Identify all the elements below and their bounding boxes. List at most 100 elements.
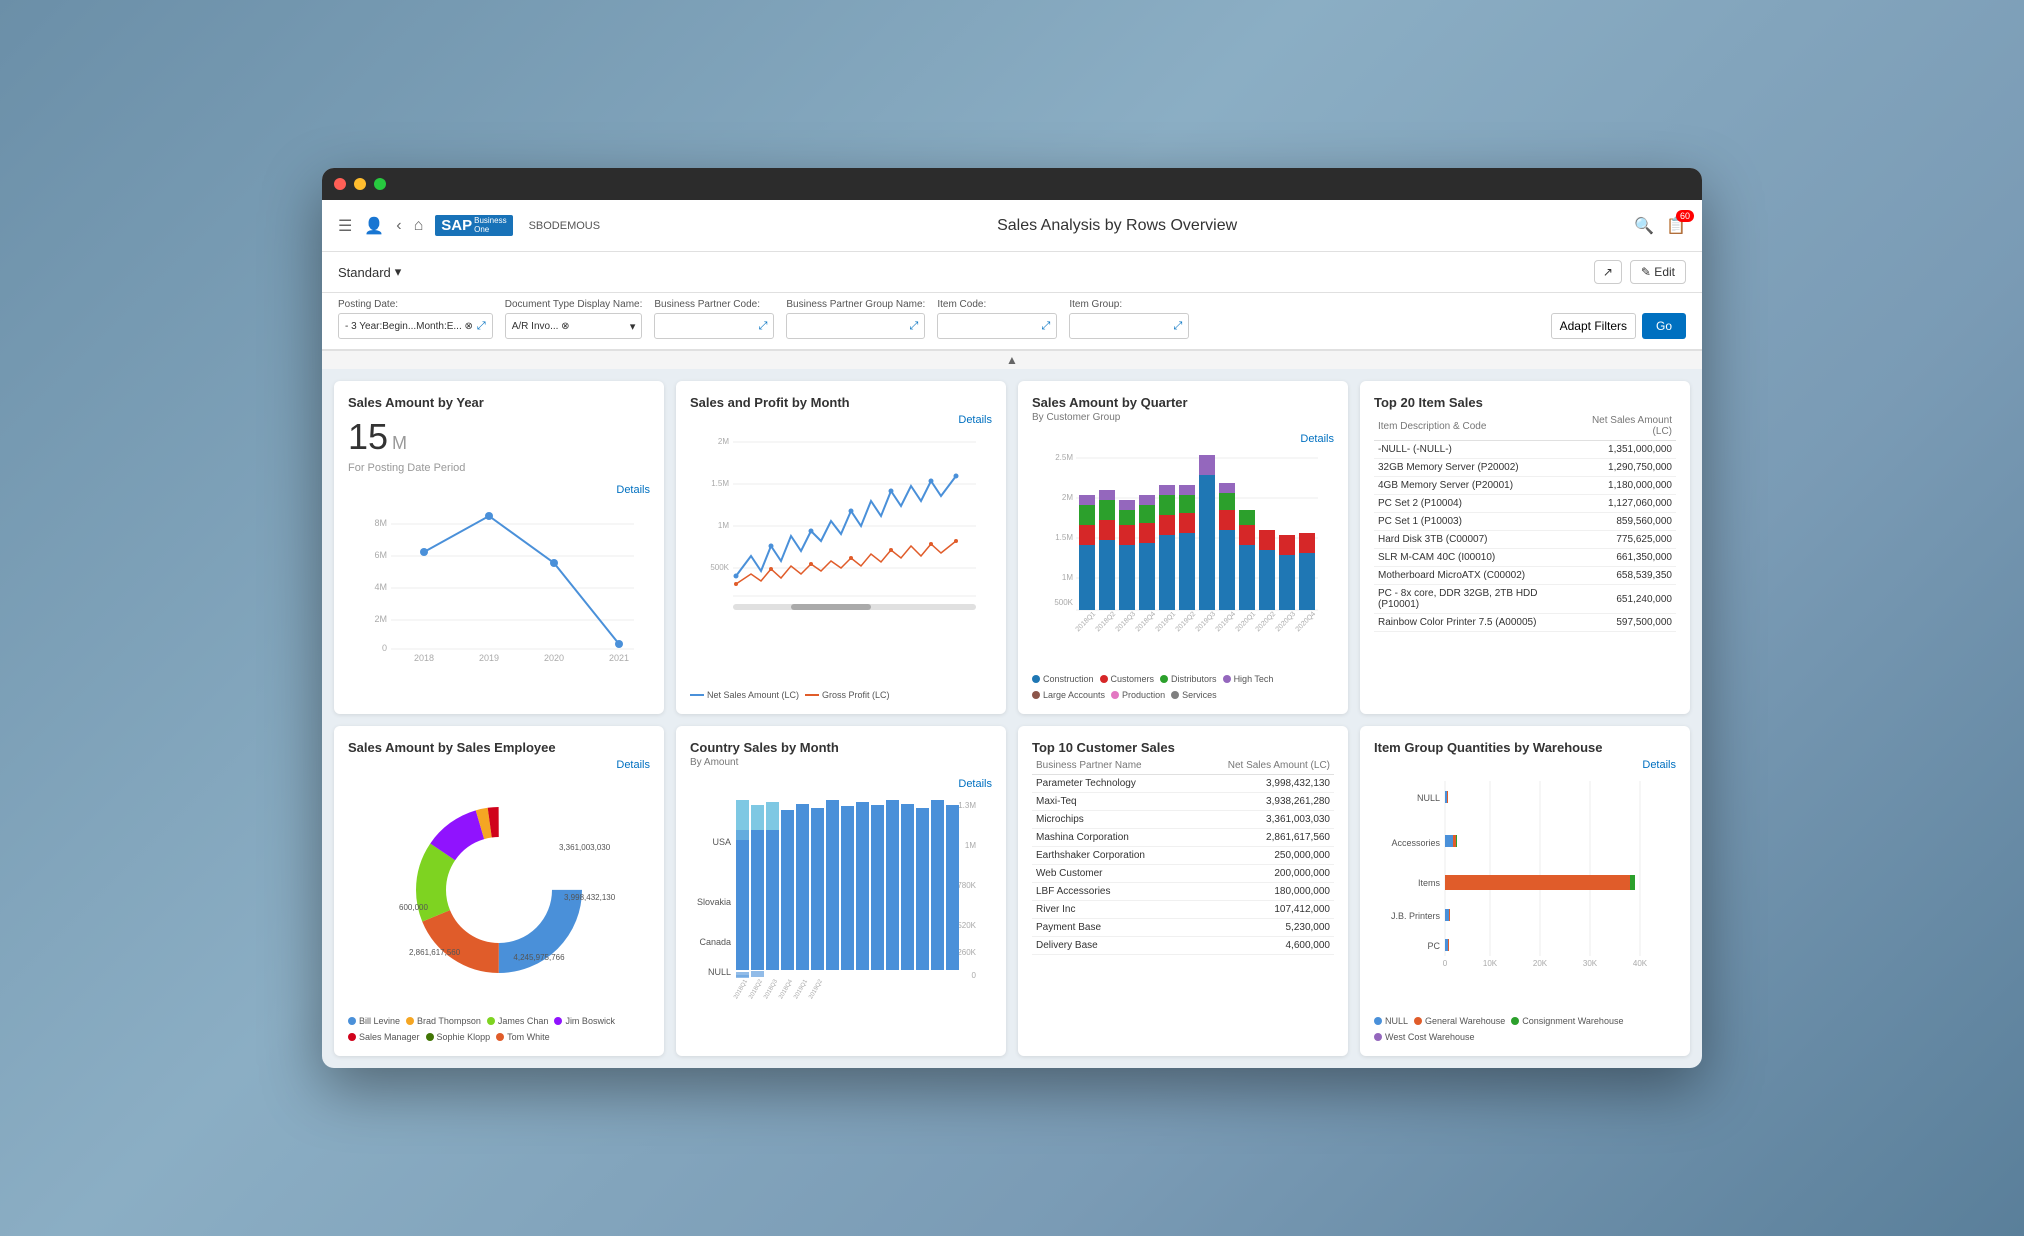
standard-dropdown[interactable]: Standard ▾ <box>338 264 401 280</box>
svg-text:J.B. Printers: J.B. Printers <box>1391 911 1441 921</box>
svg-text:2020Q3: 2020Q3 <box>1275 611 1298 634</box>
topbar-right: 🔍 📋 60 <box>1634 216 1686 236</box>
table-row: 4GB Memory Server (P20001)1,180,000,000 <box>1374 477 1676 495</box>
top10-title: Top 10 Customer Sales <box>1032 740 1334 755</box>
sales-manager-icon <box>348 1033 356 1041</box>
svg-text:NULL: NULL <box>708 967 731 977</box>
minimize-dot[interactable] <box>354 178 366 190</box>
posting-date-input[interactable]: - 3 Year:Begin...Month:E... ⊗ ⤢ <box>338 313 493 339</box>
notifications-icon[interactable]: 📋 60 <box>1666 216 1686 236</box>
edit-button[interactable]: ✎ Edit <box>1630 260 1686 284</box>
kpi-sub: For Posting Date Period <box>348 462 650 474</box>
table-row: LBF Accessories180,000,000 <box>1032 882 1334 900</box>
menu-icon[interactable]: ☰ <box>338 216 352 236</box>
export-button[interactable]: ↗ <box>1594 260 1622 284</box>
search-icon[interactable]: 🔍 <box>1634 216 1654 236</box>
svg-text:0: 0 <box>382 643 387 653</box>
card-country-sales: Country Sales by Month By Amount Details… <box>676 726 1006 1057</box>
customer-value: 2,861,617,560 <box>1187 828 1334 846</box>
svg-text:2019: 2019 <box>479 653 499 663</box>
back-icon[interactable]: ‹ <box>396 217 401 235</box>
top10-col1-header: Business Partner Name <box>1032 757 1187 775</box>
table-row: Web Customer200,000,000 <box>1032 864 1334 882</box>
svg-text:1.5M: 1.5M <box>1055 533 1073 542</box>
bp-code-expand-icon[interactable]: ⤢ <box>759 320 768 333</box>
item-value: 661,350,000 <box>1570 549 1676 567</box>
svg-text:2019Q2: 2019Q2 <box>808 978 824 1000</box>
customer-name: Earthshaker Corporation <box>1032 846 1187 864</box>
user-icon[interactable]: 👤 <box>364 216 384 236</box>
svg-text:2.5M: 2.5M <box>1055 453 1073 462</box>
item-group-details[interactable]: Details <box>1374 757 1676 771</box>
large-accounts-dot-icon <box>1032 691 1040 699</box>
top20-col1-header: Item Description & Code <box>1374 412 1570 441</box>
card-sales-profit-month: Sales and Profit by Month Details 2M 1.5… <box>676 381 1006 714</box>
go-button[interactable]: Go <box>1642 313 1686 339</box>
tom-white-icon <box>496 1033 504 1041</box>
svg-text:2019Q4: 2019Q4 <box>1215 611 1238 634</box>
country-details[interactable]: Details <box>690 776 992 790</box>
maximize-dot[interactable] <box>374 178 386 190</box>
doc-type-input[interactable]: A/R Invo... ⊗ ▾ <box>505 313 643 339</box>
filter-expand-icon[interactable]: ⤢ <box>477 320 486 333</box>
sales-profit-details[interactable]: Details <box>690 412 992 426</box>
svg-text:2018Q2: 2018Q2 <box>1095 611 1118 634</box>
svg-text:2019Q2: 2019Q2 <box>1175 611 1198 634</box>
svg-text:Slovakia: Slovakia <box>697 897 731 907</box>
item-group-expand-icon[interactable]: ⤢ <box>1174 320 1183 333</box>
card-item-group-qty: Item Group Quantities by Warehouse Detai… <box>1360 726 1690 1057</box>
close-dot[interactable] <box>334 178 346 190</box>
table-row: Payment Base5,230,000 <box>1032 918 1334 936</box>
svg-text:2018Q1: 2018Q1 <box>733 978 749 1000</box>
svg-text:2018Q3: 2018Q3 <box>763 978 779 1000</box>
table-row: 32GB Memory Server (P20002)1,290,750,000 <box>1374 459 1676 477</box>
item-value: 651,240,000 <box>1570 585 1676 614</box>
svg-text:2018Q4: 2018Q4 <box>1135 611 1158 634</box>
customer-name: Delivery Base <box>1032 936 1187 954</box>
svg-text:2019Q1: 2019Q1 <box>1155 611 1178 634</box>
table-row: River Inc107,412,000 <box>1032 900 1334 918</box>
card-sales-employee: Sales Amount by Sales Employee Details <box>334 726 664 1057</box>
svg-text:2,861,617,560: 2,861,617,560 <box>409 948 461 957</box>
kpi-value: 15 <box>348 416 388 458</box>
filterbar: Standard ▾ ↗ ✎ Edit <box>322 252 1702 293</box>
bp-group-expand-icon[interactable]: ⤢ <box>910 320 919 333</box>
bp-group-input[interactable]: ⤢ <box>786 313 925 339</box>
bp-code-input[interactable]: ⤢ <box>654 313 774 339</box>
doc-type-label: Document Type Display Name: <box>505 299 643 310</box>
user-name: SBODEMOUS <box>529 220 601 232</box>
svg-text:1.5M: 1.5M <box>711 479 729 488</box>
quarter-legend: Construction Customers Distributors High… <box>1032 674 1334 700</box>
collapse-filters-button[interactable]: ▲ <box>322 350 1702 369</box>
customer-value: 3,998,432,130 <box>1187 774 1334 792</box>
sales-profit-chart: 2M 1.5M 1M 500K <box>690 426 992 684</box>
home-icon[interactable]: ⌂ <box>414 217 424 235</box>
item-group-input[interactable]: ⤢ <box>1069 313 1189 339</box>
top10-table: Business Partner Name Net Sales Amount (… <box>1032 757 1334 955</box>
west-coast-warehouse-icon <box>1374 1033 1382 1041</box>
svg-text:3,361,003,030: 3,361,003,030 <box>559 843 611 852</box>
table-row: PC Set 1 (P10003)859,560,000 <box>1374 513 1676 531</box>
top20-title: Top 20 Item Sales <box>1374 395 1676 410</box>
general-warehouse-icon <box>1414 1017 1422 1025</box>
svg-text:2018Q2: 2018Q2 <box>748 978 764 1000</box>
sales-year-details[interactable]: Details <box>348 482 650 496</box>
item-name: 32GB Memory Server (P20002) <box>1374 459 1570 477</box>
bill-levine-icon <box>348 1017 356 1025</box>
svg-text:30K: 30K <box>1583 959 1598 968</box>
item-code-expand-icon[interactable]: ⤢ <box>1042 320 1051 333</box>
item-code-input[interactable]: ⤢ <box>937 313 1057 339</box>
card-sales-profit-title: Sales and Profit by Month <box>690 395 992 410</box>
svg-text:2019Q3: 2019Q3 <box>1195 611 1218 634</box>
filterbar-right: ↗ ✎ Edit <box>1594 260 1686 284</box>
posting-date-filter: Posting Date: - 3 Year:Begin...Month:E..… <box>338 299 493 339</box>
svg-text:3,998,432,130: 3,998,432,130 <box>564 893 616 902</box>
svg-text:2019Q1: 2019Q1 <box>793 978 809 1000</box>
table-row: Earthshaker Corporation250,000,000 <box>1032 846 1334 864</box>
employee-details[interactable]: Details <box>348 757 650 771</box>
card-quarter-title: Sales Amount by Quarter <box>1032 395 1334 410</box>
adapt-filters-button[interactable]: Adapt Filters <box>1551 313 1636 339</box>
item-value: 597,500,000 <box>1570 614 1676 632</box>
item-value: 1,127,060,000 <box>1570 495 1676 513</box>
quarter-details[interactable]: Details <box>1032 431 1334 445</box>
